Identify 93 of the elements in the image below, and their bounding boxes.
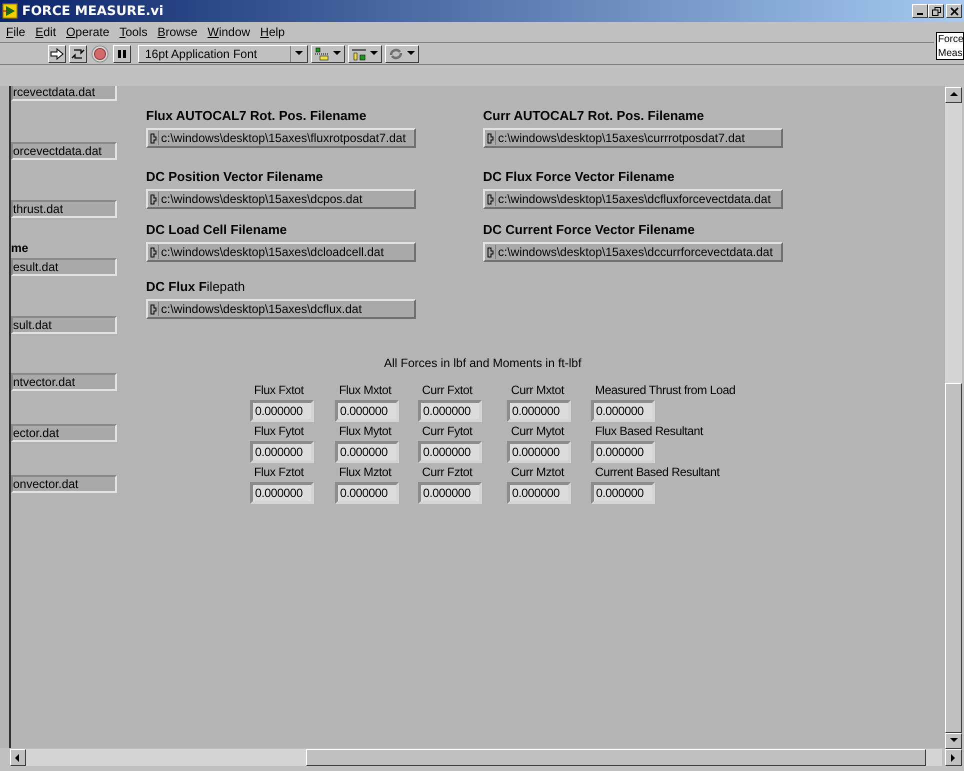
indicator-label: Flux Fxtot <box>253 383 304 397</box>
indicator-label: Curr Fztot <box>421 465 472 479</box>
indicator-label: Flux Fztot <box>253 465 304 479</box>
reorder-icon <box>388 46 404 60</box>
control-label: me <box>11 241 28 255</box>
menu-item[interactable]: Window <box>207 25 250 39</box>
restore-button[interactable] <box>928 4 944 18</box>
control-label: DC Position Vector Filename <box>146 169 324 184</box>
browse-icon <box>150 132 157 144</box>
window-title: FORCE MEASURE.vi <box>22 4 164 18</box>
control-label: DC Load Cell Filename <box>146 222 288 237</box>
indicator-label: Curr Mytot <box>510 424 564 438</box>
path-field[interactable]: onvector.dat <box>11 475 117 493</box>
align-dropdown[interactable] <box>311 44 345 62</box>
vertical-scrollbar[interactable] <box>945 87 962 749</box>
numeric-indicator: 0.000000 <box>418 482 482 504</box>
path-field[interactable]: ector.dat <box>11 424 117 442</box>
control-label: Curr AUTOCAL7 Rot. Pos. Filename <box>483 108 706 123</box>
menu-item[interactable]: Edit <box>35 25 56 39</box>
control-label: DC Current Force Vector Filename <box>483 222 696 237</box>
numeric-indicator: 0.000000 <box>250 482 314 504</box>
numeric-indicator: 0.000000 <box>591 482 655 504</box>
indicator-label: Flux Mztot <box>338 465 392 479</box>
control-label: Flux AUTOCAL7 Rot. Pos. Filename <box>146 108 368 123</box>
indicator-label: Measured Thrust from Load <box>594 383 736 397</box>
stop-icon <box>91 44 109 62</box>
arrow-icon <box>50 48 64 60</box>
numeric-indicator: 0.000000 <box>250 441 314 463</box>
indicator-label: Flux Mxtot <box>338 383 392 397</box>
distribute-dropdown[interactable] <box>348 44 382 62</box>
indicator-label: Flux Based Resultant <box>594 424 704 438</box>
loop-arrows-icon <box>71 46 85 60</box>
indicator-label: Curr Mxtot <box>510 383 564 397</box>
numeric-indicator: 0.000000 <box>250 400 314 422</box>
run-continuously-button[interactable] <box>69 44 87 62</box>
abort-button[interactable] <box>90 44 110 62</box>
numeric-indicator: 0.000000 <box>507 400 571 422</box>
distribute-icon <box>351 46 367 60</box>
path-field[interactable]: c:\windows\desktop\15axes\fluxrotposdat7.dat <box>146 128 416 148</box>
path-field[interactable]: c:\windows\desktop\15axes\dcfluxforcevectdata.dat <box>483 189 783 209</box>
path-field[interactable]: esult.dat <box>11 258 117 276</box>
horizontal-scrollbar[interactable] <box>10 749 942 766</box>
browse-icon <box>487 194 494 204</box>
minimize-button[interactable] <box>912 4 928 18</box>
path-field[interactable]: thrust.dat <box>11 200 117 218</box>
indicator-label: Flux Mytot <box>338 424 392 438</box>
align-icon <box>314 46 330 60</box>
menu-item[interactable]: File <box>6 25 26 39</box>
pause-button[interactable] <box>113 44 131 62</box>
font-dropdown[interactable]: 16pt Application Font <box>138 44 308 62</box>
menu-item[interactable]: Browse <box>157 25 198 39</box>
numeric-indicator: 0.000000 <box>591 441 655 463</box>
path-field[interactable]: c:\windows\desktop\15axes\currrotposdat7.dat <box>483 128 783 148</box>
indicator-label: Curr Fytot <box>421 424 472 438</box>
path-field[interactable]: rcevectdata.dat <box>11 86 117 101</box>
vi-icon: Force Meas. <box>936 32 964 60</box>
close-button[interactable] <box>946 4 962 18</box>
app-icon <box>2 3 18 19</box>
indicator-label: Curr Mztot <box>510 465 564 479</box>
browse-icon <box>150 246 157 258</box>
path-field[interactable]: c:\windows\desktop\15axes\dcpos.dat <box>146 189 416 209</box>
path-field[interactable]: orcevectdata.dat <box>11 142 117 160</box>
units-note: All Forces in lbf and Moments in ft-lbf <box>384 356 582 370</box>
pause-icon <box>117 48 127 58</box>
close-icon <box>950 6 958 16</box>
numeric-indicator: 0.000000 <box>335 482 399 504</box>
control-label: DC Flux Filepath <box>146 279 246 294</box>
numeric-indicator: 0.000000 <box>507 441 571 463</box>
run-button[interactable] <box>48 44 66 62</box>
numeric-indicator: 0.000000 <box>418 441 482 463</box>
path-field[interactable]: c:\windows\desktop\15axes\dcloadcell.dat <box>146 242 416 262</box>
restore-icon <box>932 6 940 16</box>
browse-icon <box>487 246 494 258</box>
numeric-indicator: 0.000000 <box>418 400 482 422</box>
reorder-dropdown[interactable] <box>385 44 419 62</box>
numeric-indicator: 0.000000 <box>591 400 655 422</box>
numeric-indicator: 0.000000 <box>335 441 399 463</box>
indicator-label: Curr Fxtot <box>421 383 472 397</box>
menu-item[interactable]: Help <box>260 25 285 39</box>
browse-icon <box>150 304 157 314</box>
browse-icon <box>150 194 157 204</box>
menu-item[interactable]: Operate <box>66 25 110 39</box>
control-label: DC Flux Force Vector Filename <box>483 169 676 184</box>
menu-item[interactable]: Tools <box>119 25 148 39</box>
numeric-indicator: 0.000000 <box>335 400 399 422</box>
browse-icon <box>487 132 494 144</box>
indicator-label: Flux Fytot <box>253 424 304 438</box>
path-field[interactable]: c:\windows\desktop\15axes\dccurrforcevectdata.dat <box>483 242 783 262</box>
indicator-label: Current Based Resultant <box>594 465 720 479</box>
path-field[interactable]: c:\windows\desktop\15axes\dcflux.dat <box>146 299 416 319</box>
path-field[interactable]: ntvector.dat <box>11 373 117 391</box>
path-field[interactable]: sult.dat <box>11 316 117 334</box>
numeric-indicator: 0.000000 <box>507 482 571 504</box>
